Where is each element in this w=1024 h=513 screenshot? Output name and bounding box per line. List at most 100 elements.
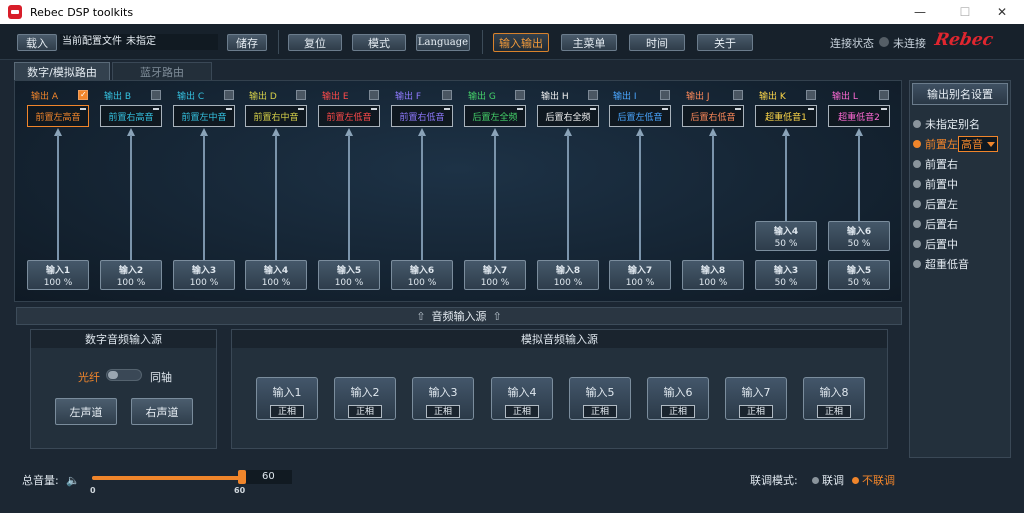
output-select-checkbox[interactable] <box>588 90 598 100</box>
master-volume-slider[interactable] <box>92 476 242 480</box>
output-select-checkbox[interactable] <box>733 90 743 100</box>
analog-input-button[interactable]: 输入2 正相 <box>334 377 396 420</box>
alias-option[interactable]: 后置右 <box>913 216 958 232</box>
link-mode-linked-radio[interactable]: 联调 <box>812 472 844 488</box>
phase-toggle-button[interactable]: 正相 <box>817 405 851 418</box>
right-channel-button[interactable]: 右声道 <box>131 398 193 425</box>
phase-toggle-button[interactable]: 正相 <box>348 405 382 418</box>
alias-option[interactable]: 后置左 <box>913 196 958 212</box>
alias-option[interactable]: 后置中 <box>913 236 958 252</box>
output-name-box[interactable]: 超重低音1 <box>755 105 817 127</box>
io-tab-button[interactable]: 输入输出 <box>493 33 549 52</box>
input-source-box[interactable]: 输入3 100 % <box>173 260 235 290</box>
alias-suffix-select[interactable]: 高音 <box>958 136 998 152</box>
reset-button[interactable]: 复位 <box>288 34 342 51</box>
input-source-box[interactable]: 输入8 100 % <box>537 260 599 290</box>
analog-input-button[interactable]: 输入8 正相 <box>803 377 865 420</box>
output-name-box[interactable]: 超重低音2 <box>828 105 890 127</box>
input-source-box[interactable]: 输入2 100 % <box>100 260 162 290</box>
output-select-checkbox[interactable] <box>369 90 379 100</box>
routing-line <box>494 135 496 260</box>
output-name-box[interactable]: 后置左低音 <box>609 105 671 127</box>
output-select-checkbox[interactable] <box>224 90 234 100</box>
input-source-level: 100 % <box>189 278 219 288</box>
input-source-name: 输入7 <box>482 266 508 276</box>
tab-digital-analog-routing[interactable]: 数字/模拟路由 <box>14 62 110 80</box>
output-select-checkbox[interactable] <box>442 90 452 100</box>
output-select-checkbox[interactable] <box>806 90 816 100</box>
tab-bluetooth-routing[interactable]: 蓝牙路由 <box>112 62 212 80</box>
output-name-box[interactable]: 前置左高音 <box>27 105 89 127</box>
input-source-name: 输入4 <box>773 227 799 237</box>
alias-option[interactable]: 未指定别名 <box>913 116 980 132</box>
phase-toggle-button[interactable]: 正相 <box>739 405 773 418</box>
volume-value-input[interactable]: 60 <box>246 470 292 484</box>
input-source-box[interactable]: 输入1 100 % <box>27 260 89 290</box>
output-name-box[interactable]: 前置右中音 <box>245 105 307 127</box>
main-menu-button[interactable]: 主菜单 <box>561 34 617 51</box>
connection-status-value: 未连接 <box>893 37 926 50</box>
output-header-9: 输出 J <box>686 91 710 102</box>
left-channel-button[interactable]: 左声道 <box>55 398 117 425</box>
phase-toggle-button[interactable]: 正相 <box>583 405 617 418</box>
output-name-box[interactable]: 后置右全频 <box>537 105 599 127</box>
input-source-name: 输入3 <box>191 266 217 276</box>
load-button[interactable]: 载入 <box>17 34 57 51</box>
output-select-checkbox[interactable] <box>879 90 889 100</box>
minimize-button[interactable]: — <box>900 0 940 24</box>
radio-dot <box>913 260 921 268</box>
alias-option[interactable]: 前置右 <box>913 156 958 172</box>
phase-toggle-button[interactable]: 正相 <box>661 405 695 418</box>
input-source-box[interactable]: 输入8 100 % <box>682 260 744 290</box>
link-mode-unlinked-radio[interactable]: 不联调 <box>852 472 895 488</box>
input-source-level: 100 % <box>334 278 364 288</box>
optical-coax-toggle[interactable] <box>106 369 142 381</box>
alias-option[interactable]: 超重低音 <box>913 256 969 272</box>
about-button[interactable]: 关于 <box>697 34 753 51</box>
analog-input-button[interactable]: 输入3 正相 <box>412 377 474 420</box>
input-source-box[interactable]: 输入7 100 % <box>609 260 671 290</box>
time-button[interactable]: 时间 <box>629 34 685 51</box>
input-source-box[interactable]: 输入4 50 % <box>755 221 817 251</box>
input-source-box[interactable]: 输入4 100 % <box>245 260 307 290</box>
output-name-box[interactable]: 后置左全频 <box>464 105 526 127</box>
input-source-box[interactable]: 输入6 50 % <box>828 221 890 251</box>
output-name-box[interactable]: 后置右低音 <box>682 105 744 127</box>
input-source-box[interactable]: 输入5 100 % <box>318 260 380 290</box>
input-source-box[interactable]: 输入3 50 % <box>755 260 817 290</box>
output-name-box[interactable]: 前置右高音 <box>100 105 162 127</box>
alias-option[interactable]: 前置左 <box>913 136 958 152</box>
mode-button[interactable]: 模式 <box>352 34 406 51</box>
maximize-button[interactable]: ☐ <box>945 0 985 24</box>
input-source-name: 输入8 <box>555 266 581 276</box>
analog-input-button[interactable]: 输入1 正相 <box>256 377 318 420</box>
input-source-box[interactable]: 输入7 100 % <box>464 260 526 290</box>
routing-line <box>567 135 569 260</box>
output-name-box[interactable]: 前置右低音 <box>391 105 453 127</box>
analog-input-button[interactable]: 输入4 正相 <box>491 377 553 420</box>
analog-input-button[interactable]: 输入7 正相 <box>725 377 787 420</box>
close-button[interactable]: ✕ <box>982 0 1022 24</box>
output-name-box[interactable]: 前置左低音 <box>318 105 380 127</box>
analog-input-button[interactable]: 输入5 正相 <box>569 377 631 420</box>
input-source-name: 输入8 <box>700 266 726 276</box>
analog-input-button[interactable]: 输入6 正相 <box>647 377 709 420</box>
volume-max-tick: 60 <box>234 486 246 495</box>
output-select-checkbox[interactable] <box>78 90 88 100</box>
input-source-box[interactable]: 输入5 50 % <box>828 260 890 290</box>
output-select-checkbox[interactable] <box>515 90 525 100</box>
output-name-box[interactable]: 前置左中音 <box>173 105 235 127</box>
alias-option[interactable]: 前置中 <box>913 176 958 192</box>
input-source-box[interactable]: 输入6 100 % <box>391 260 453 290</box>
output-select-checkbox[interactable] <box>660 90 670 100</box>
output-select-checkbox[interactable] <box>296 90 306 100</box>
phase-toggle-button[interactable]: 正相 <box>270 405 304 418</box>
phase-toggle-button[interactable]: 正相 <box>505 405 539 418</box>
output-select-checkbox[interactable] <box>151 90 161 100</box>
language-button[interactable]: Language <box>416 34 470 51</box>
volume-slider-handle[interactable] <box>238 470 246 484</box>
phase-toggle-button[interactable]: 正相 <box>426 405 460 418</box>
save-button[interactable]: 储存 <box>227 34 267 51</box>
alias-option-label: 超重低音 <box>925 258 969 271</box>
audio-source-bar[interactable]: ⇧ 音频输入源 ⇧ <box>16 307 902 325</box>
